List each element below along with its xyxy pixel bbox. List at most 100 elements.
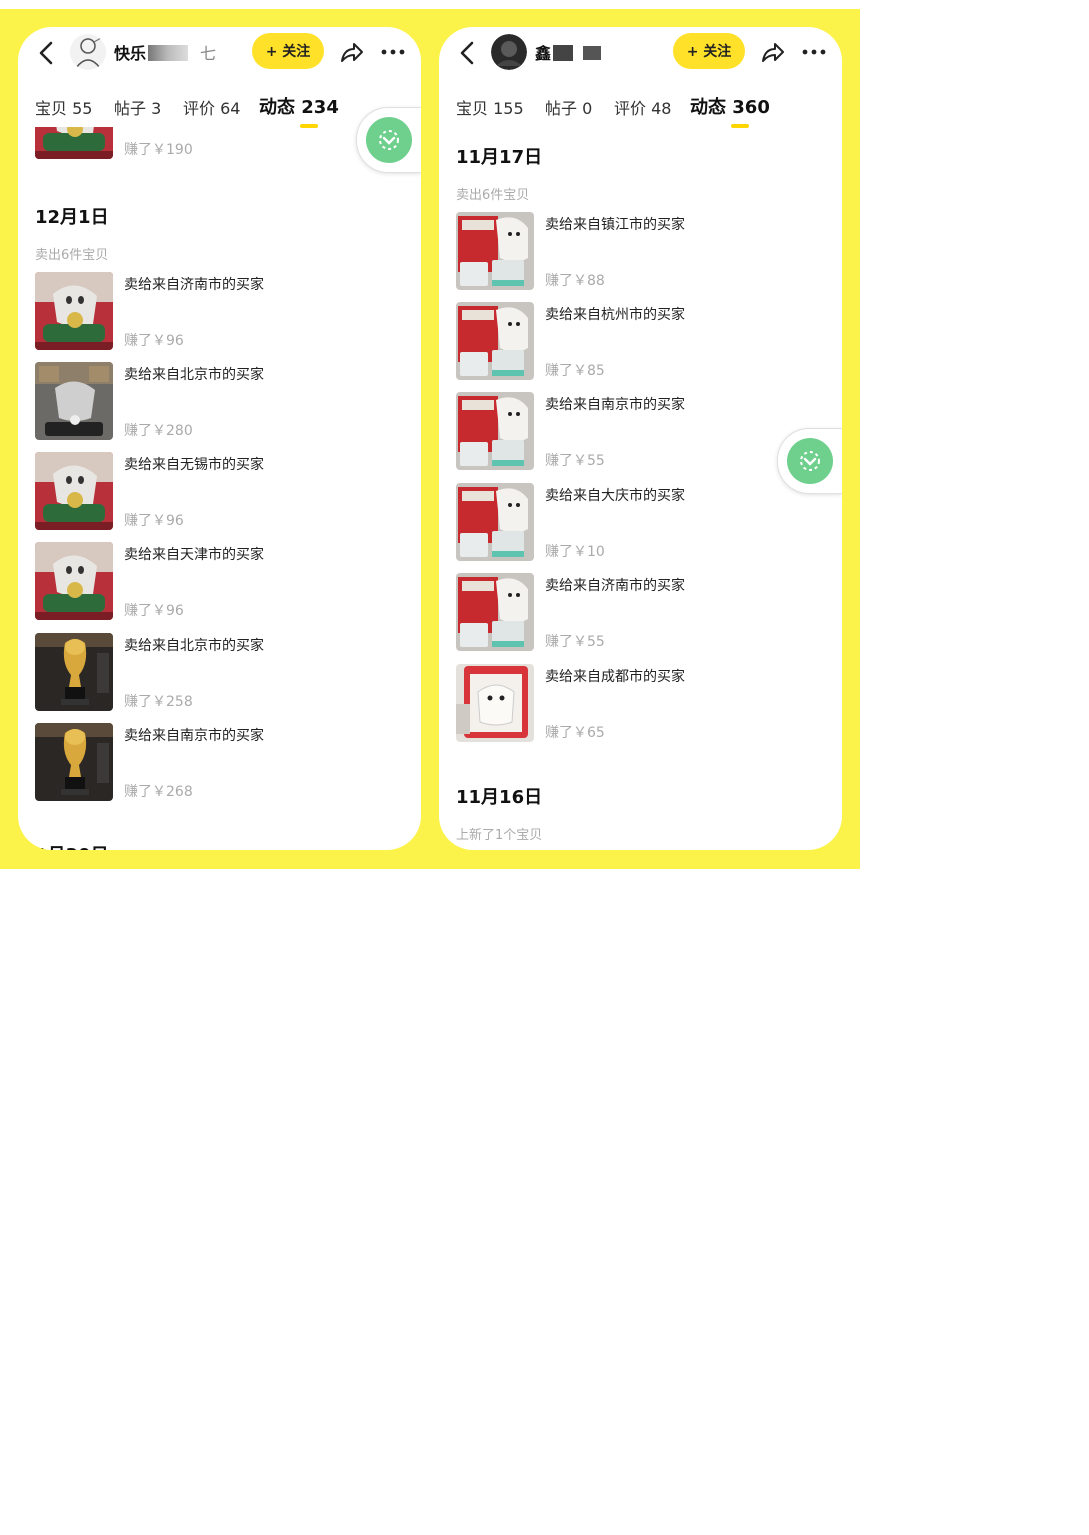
list-item[interactable]: 卖给来自南京市的买家 赚了￥55: [456, 392, 826, 470]
user-name[interactable]: 快乐 七: [114, 40, 216, 64]
redacted-block: [583, 46, 602, 60]
list-item[interactable]: 卖给来自杭州市的买家 赚了￥85: [456, 302, 826, 380]
follow-button[interactable]: + 关注: [673, 33, 745, 69]
date-heading: 12月1日: [35, 207, 109, 228]
item-title: 卖给来自杭州市的买家: [545, 307, 685, 323]
tab-products[interactable]: 宝贝 55: [35, 95, 92, 119]
item-thumbnail: [456, 483, 534, 561]
item-earnings: 赚了￥55: [545, 453, 605, 469]
tab-posts[interactable]: 帖子 3: [114, 95, 161, 119]
item-title: 卖给来自南京市的买家: [124, 728, 264, 744]
share-icon[interactable]: [338, 39, 364, 65]
item-thumbnail: [456, 392, 534, 470]
item-earnings: 赚了￥96: [124, 333, 184, 349]
item-thumbnail: [456, 212, 534, 290]
list-item[interactable]: 卖给来自北京市的买家 赚了￥258: [35, 633, 405, 711]
date-subheading: 卖出6件宝贝: [456, 188, 530, 203]
item-thumbnail: [35, 723, 113, 801]
floating-action-button[interactable]: [356, 107, 421, 173]
avatar[interactable]: [491, 34, 527, 70]
list-item[interactable]: 卖给来自济南市的买家 赚了￥96: [35, 272, 405, 350]
list-item[interactable]: 卖给来自天津市的买家 赚了￥96: [35, 542, 405, 620]
item-thumbnail: [35, 127, 113, 159]
item-earnings: 赚了￥190: [124, 142, 193, 158]
item-title: 卖给来自成都市的买家: [545, 669, 685, 685]
item-title: 卖给来自南京市的买家: [545, 397, 685, 413]
item-title: 卖给来自济南市的买家: [545, 578, 685, 594]
floating-action-button[interactable]: [777, 428, 842, 494]
share-icon[interactable]: [759, 39, 785, 65]
redacted-block: [553, 45, 574, 61]
top-bar: 鑫 + 关注: [439, 27, 842, 83]
date-heading-partial: 1月30日: [35, 841, 109, 850]
date-subheading: 卖出6件宝贝: [35, 248, 109, 263]
smile-heart-icon: [379, 130, 399, 150]
user-name-text: 快乐: [114, 44, 147, 63]
tab-reviews[interactable]: 评价 64: [183, 95, 240, 119]
activity-feed[interactable]: 11月17日 卖出6件宝贝 卖给来自镇江市的买家 赚了￥88 卖给来自杭州市的买…: [439, 127, 842, 850]
tab-activity[interactable]: 动态 360: [690, 93, 770, 119]
date-subheading: 上新了1个宝贝: [456, 828, 543, 843]
profile-tabs: 宝贝 155 帖子 0 评价 48 动态 360: [456, 91, 836, 128]
date-heading: 11月16日: [456, 787, 543, 808]
item-title: 卖给来自镇江市的买家: [545, 217, 685, 233]
tab-reviews[interactable]: 评价 48: [614, 95, 671, 119]
user-name-tail: 七: [200, 44, 217, 63]
tab-posts[interactable]: 帖子 0: [545, 95, 592, 119]
profile-panel-left: 快乐 七 + 关注 宝贝 55 帖子 3 评价 64 动态 234 赚了￥190 …: [18, 27, 421, 850]
float-button-inner: [366, 117, 412, 163]
item-thumbnail: [35, 272, 113, 350]
user-name[interactable]: 鑫: [535, 40, 602, 64]
item-earnings: 赚了￥96: [124, 513, 184, 529]
profile-tabs: 宝贝 55 帖子 3 评价 64 动态 234: [35, 91, 415, 128]
more-icon[interactable]: [801, 41, 827, 63]
back-arrow-icon[interactable]: [36, 39, 56, 67]
more-icon[interactable]: [380, 41, 406, 63]
item-earnings: 赚了￥65: [545, 725, 605, 741]
item-earnings: 赚了￥85: [545, 363, 605, 379]
item-thumbnail: [35, 452, 113, 530]
tab-products[interactable]: 宝贝 155: [456, 95, 524, 119]
list-item[interactable]: 卖给来自北京市的买家 赚了￥280: [35, 362, 405, 440]
item-title: 卖给来自济南市的买家: [124, 277, 264, 293]
list-item[interactable]: 卖给来自济南市的买家 赚了￥55: [456, 573, 826, 651]
item-title: 卖给来自大庆市的买家: [545, 488, 685, 504]
list-item[interactable]: 卖给来自南京市的买家 赚了￥268: [35, 723, 405, 801]
activity-feed[interactable]: 赚了￥190 12月1日 卖出6件宝贝 卖给来自济南市的买家 赚了￥96 卖给来…: [18, 127, 421, 850]
back-arrow-icon[interactable]: [457, 39, 477, 67]
item-earnings: 赚了￥258: [124, 694, 193, 710]
user-name-text: 鑫: [535, 44, 552, 63]
screenshot-canvas: 快乐 七 + 关注 宝贝 55 帖子 3 评价 64 动态 234 赚了￥190 …: [0, 9, 860, 869]
item-earnings: 赚了￥96: [124, 603, 184, 619]
item-thumbnail: [456, 664, 534, 742]
item-title: 卖给来自北京市的买家: [124, 638, 264, 654]
item-earnings: 赚了￥10: [545, 544, 605, 560]
item-title: 卖给来自天津市的买家: [124, 547, 264, 563]
item-thumbnail: [456, 302, 534, 380]
avatar-sketch-icon: [70, 34, 106, 70]
float-button-inner: [787, 438, 833, 484]
list-item[interactable]: 卖给来自无锡市的买家 赚了￥96: [35, 452, 405, 530]
redacted-block: [148, 45, 189, 61]
list-item[interactable]: 卖给来自成都市的买家 赚了￥65: [456, 664, 826, 742]
smile-heart-icon: [800, 451, 820, 471]
item-thumbnail: [35, 362, 113, 440]
item-thumbnail: [456, 573, 534, 651]
list-item[interactable]: 赚了￥190: [35, 127, 405, 159]
list-item[interactable]: 卖给来自镇江市的买家 赚了￥88: [456, 212, 826, 290]
item-thumbnail: [35, 542, 113, 620]
list-item[interactable]: 卖给来自大庆市的买家 赚了￥10: [456, 483, 826, 561]
item-title: 卖给来自北京市的买家: [124, 367, 264, 383]
follow-button[interactable]: + 关注: [252, 33, 324, 69]
item-earnings: 赚了￥88: [545, 273, 605, 289]
avatar-dark-icon: [491, 34, 527, 70]
profile-panel-right: 鑫 + 关注 宝贝 155 帖子 0 评价 48 动态 360 11月17日 卖…: [439, 27, 842, 850]
avatar[interactable]: [70, 34, 106, 70]
tab-activity[interactable]: 动态 234: [259, 93, 339, 119]
item-title: 卖给来自无锡市的买家: [124, 457, 264, 473]
item-earnings: 赚了￥268: [124, 784, 193, 800]
top-bar: 快乐 七 + 关注: [18, 27, 421, 83]
item-earnings: 赚了￥55: [545, 634, 605, 650]
date-heading: 11月17日: [456, 147, 543, 168]
item-earnings: 赚了￥280: [124, 423, 193, 439]
